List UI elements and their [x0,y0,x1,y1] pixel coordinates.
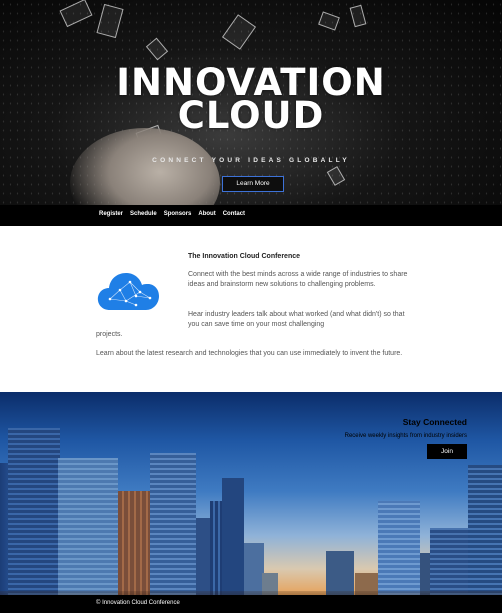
footer-copyright: © Innovation Cloud Conference [96,600,180,606]
nav-link-register[interactable]: Register [99,209,123,219]
about-paragraph-hear-continued: projects. [96,331,123,338]
nav-link-about[interactable]: About [198,209,215,219]
about-paragraph-learn: Learn about the latest research and tech… [96,350,403,357]
footer: © Innovation Cloud Conference [0,595,502,613]
subscribe-title: Stay Connected [402,417,467,427]
hero-section: INNOVATION CLOUD CONNECT YOUR IDEAS GLOB… [0,0,502,226]
subscribe-section: Stay Connected Receive weekly insights f… [0,392,502,613]
nav-link-contact[interactable]: Contact [223,209,245,219]
hero-title-line2: CLOUD [177,94,325,137]
cloud-network-icon [96,268,160,312]
nav-link-sponsors[interactable]: Sponsors [164,209,192,219]
nav-link-schedule[interactable]: Schedule [130,209,157,219]
about-heading: The Innovation Cloud Conference [188,253,301,260]
about-section: The Innovation Cloud Conference Connect … [0,226,502,392]
main-nav: Register Schedule Sponsors About Contact [0,205,502,226]
subscribe-subtitle: Receive weekly insights from industry in… [344,433,467,439]
join-button[interactable]: Join [427,444,467,459]
about-paragraph-connect: Connect with the best minds across a wid… [188,271,408,288]
nav-links: Register Schedule Sponsors About Contact [99,209,245,219]
hero-tagline: CONNECT YOUR IDEAS GLOBALLY [152,157,350,164]
learn-more-button[interactable]: Learn More [222,176,284,192]
about-paragraph-hear: Hear industry leaders talk about what wo… [188,311,405,328]
